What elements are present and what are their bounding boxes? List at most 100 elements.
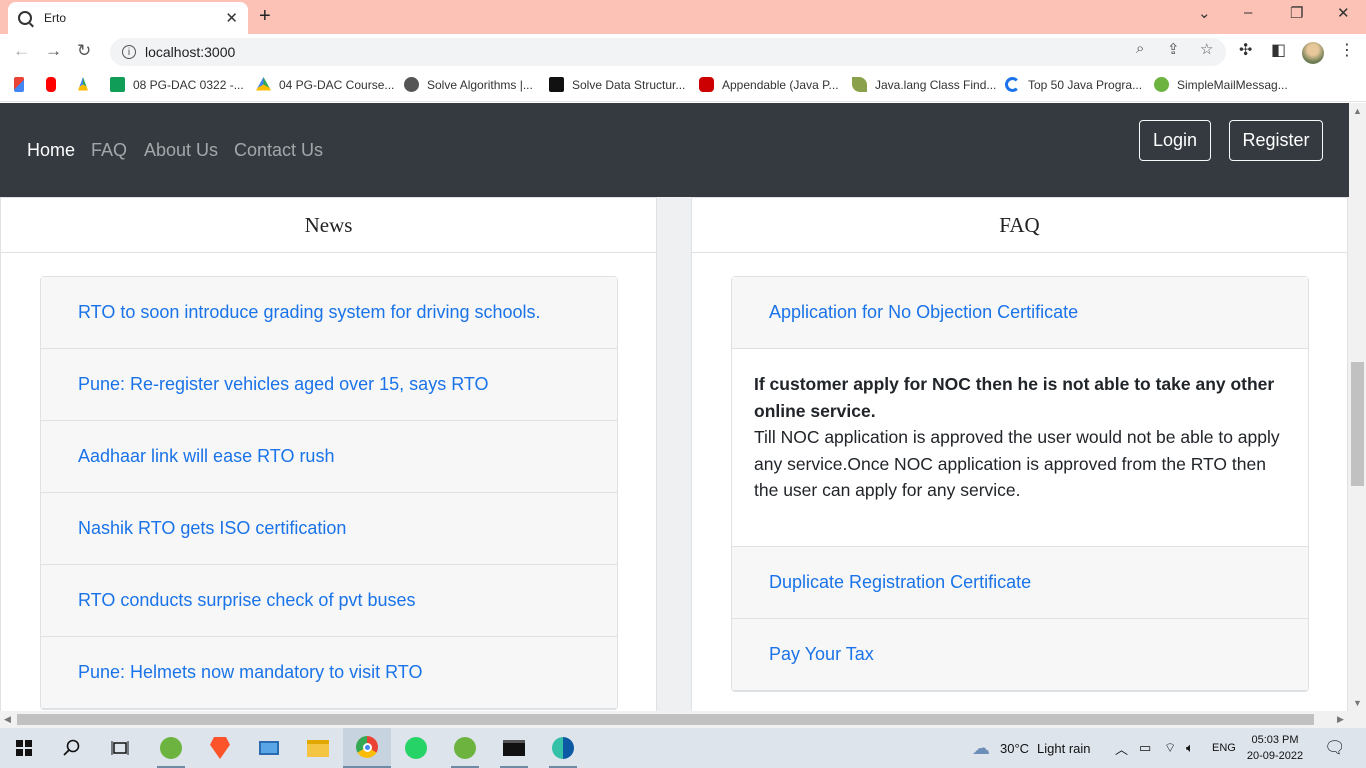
rain-cloud-icon: ☁	[972, 737, 990, 758]
bookmark-solve-data-structures[interactable]: Solve Data Structur...	[549, 77, 685, 92]
bookmark-simple-mail[interactable]: SimpleMailMessag...	[1154, 77, 1288, 92]
minimize-icon[interactable]: –	[1244, 4, 1252, 21]
drive-icon	[256, 77, 271, 91]
faq-answer-noc: If customer apply for NOC then he is not…	[732, 349, 1308, 547]
nav-about-us[interactable]: About Us	[144, 140, 218, 161]
browser-menu-icon[interactable]: ⋮	[1339, 40, 1355, 60]
profile-avatar[interactable]	[1302, 42, 1324, 64]
taskbar-clock[interactable]: 05:03 PM 20-09-2022	[1240, 732, 1310, 764]
taskbar-spring-tool-2[interactable]	[441, 728, 489, 768]
taskbar-spring-tool[interactable]	[147, 728, 195, 768]
leaf-icon	[852, 77, 867, 92]
taskbar-chrome[interactable]	[343, 728, 391, 768]
bookmark-gmail[interactable]	[14, 77, 32, 92]
nav-home[interactable]: Home	[27, 140, 75, 161]
main-content: News RTO to soon introduce grading syste…	[0, 197, 1349, 711]
browser-tab[interactable]: Erto ✕	[8, 2, 248, 34]
folder-icon	[307, 739, 329, 757]
taskbar-file-explorer[interactable]	[294, 728, 342, 768]
task-view-icon	[111, 741, 129, 755]
brave-lion-icon	[210, 737, 230, 759]
bookmark-java-lang[interactable]: Java.lang Class Find...	[852, 77, 996, 92]
clock-time: 05:03 PM	[1251, 734, 1299, 746]
news-item[interactable]: Pune: Helmets now mandatory to visit RTO	[41, 637, 617, 709]
address-url: localhost:3000	[145, 44, 236, 60]
start-button[interactable]	[0, 728, 48, 768]
share-icon[interactable]: ⇪	[1167, 40, 1180, 58]
show-hidden-icons-chevron-icon[interactable]: ︿	[1115, 728, 1128, 768]
nav-contact-us[interactable]: Contact Us	[234, 140, 323, 161]
spring-icon	[160, 737, 182, 759]
battery-icon[interactable]: ▭	[1139, 728, 1151, 768]
weather-text: Light rain	[1037, 740, 1091, 756]
login-button[interactable]: Login	[1139, 120, 1211, 161]
news-item[interactable]: Pune: Re-register vehicles aged over 15,…	[41, 349, 617, 421]
bookmark-appendable[interactable]: Appendable (Java P...	[699, 77, 839, 92]
globe-icon	[404, 77, 419, 92]
bookmark-label: Top 50 Java Progra...	[1028, 77, 1143, 92]
taskbar-search[interactable]	[48, 728, 96, 768]
register-button[interactable]: Register	[1229, 120, 1323, 161]
close-window-icon[interactable]: ✕	[1337, 4, 1350, 22]
faq-question-pay-tax[interactable]: Pay Your Tax	[732, 618, 1308, 691]
back-arrow-icon[interactable]: ←	[13, 41, 30, 61]
faq-question-noc[interactable]: Application for No Objection Certificate	[732, 277, 1308, 349]
zoom-icon[interactable]: ⌕	[1136, 40, 1144, 57]
oracle-icon	[699, 77, 714, 92]
extensions-puzzle-icon[interactable]: ✣	[1239, 40, 1252, 60]
bookmark-label: Solve Algorithms |...	[427, 77, 533, 92]
horizontal-scroll-thumb[interactable]	[17, 714, 1314, 725]
notification-center-icon[interactable]: 🗨︎	[1324, 728, 1346, 768]
news-item[interactable]: RTO to soon introduce grading system for…	[41, 277, 617, 349]
scroll-down-arrow-icon[interactable]: ▼	[1353, 698, 1362, 708]
bookmark-pg-dac-sheet[interactable]: 08 PG-DAC 0322 -...	[110, 77, 244, 92]
drive-icon	[78, 77, 88, 91]
bookmark-drive[interactable]	[78, 77, 96, 92]
scroll-right-arrow-icon[interactable]: ▶	[1337, 714, 1344, 725]
spring-icon	[1154, 77, 1169, 92]
bookmark-top-50-java[interactable]: Top 50 Java Progra...	[1005, 77, 1142, 92]
refresh-blue-icon	[1005, 77, 1020, 92]
forward-arrow-icon[interactable]: →	[45, 41, 62, 61]
taskbar-this-pc[interactable]	[245, 728, 293, 768]
bookmark-star-icon[interactable]: ☆	[1200, 40, 1213, 58]
faq-question-duplicate-rc[interactable]: Duplicate Registration Certificate	[732, 546, 1308, 619]
news-item[interactable]: RTO conducts surprise check of pvt buses	[41, 565, 617, 637]
scroll-up-arrow-icon[interactable]: ▲	[1353, 106, 1362, 116]
nav-faq[interactable]: FAQ	[91, 140, 127, 161]
faq-answer-bold: If customer apply for NOC then he is not…	[754, 374, 1275, 421]
whatsapp-icon	[405, 737, 427, 759]
tab-search-chevron-icon[interactable]: ⌄	[1198, 4, 1211, 22]
taskbar-terminal[interactable]	[490, 728, 538, 768]
side-panel-icon[interactable]: ◧	[1271, 40, 1286, 60]
task-view[interactable]	[96, 728, 144, 768]
bookmark-label: 04 PG-DAC Course...	[279, 77, 395, 92]
weather-widget[interactable]: ☁ 30°C Light rain	[972, 728, 1091, 768]
vertical-scroll-thumb[interactable]	[1351, 362, 1364, 486]
language-indicator[interactable]: ENG	[1212, 728, 1236, 768]
bookmark-pg-dac-course[interactable]: 04 PG-DAC Course...	[256, 77, 394, 92]
bookmark-label: Solve Data Structur...	[572, 77, 686, 92]
bookmark-solve-algorithms[interactable]: Solve Algorithms |...	[404, 77, 533, 92]
browser-tab-strip: Erto ✕ + ⌄ – ❐ ✕	[0, 0, 1366, 34]
site-info-icon[interactable]: i	[122, 45, 136, 59]
scroll-left-arrow-icon[interactable]: ◀	[4, 714, 11, 725]
address-bar[interactable]: i localhost:3000	[110, 38, 1226, 66]
taskbar-whatsapp[interactable]	[392, 728, 440, 768]
close-tab-icon[interactable]: ✕	[225, 9, 238, 27]
taskbar-brave[interactable]	[196, 728, 244, 768]
volume-icon[interactable]: 🔈︎	[1186, 728, 1194, 768]
wifi-icon[interactable]: ⌔	[1164, 728, 1176, 768]
new-tab-button[interactable]: +	[259, 5, 271, 28]
computer-icon	[259, 741, 279, 755]
search-favicon-icon	[18, 11, 32, 25]
bookmark-youtube[interactable]	[46, 77, 64, 92]
restore-icon[interactable]: ❐	[1290, 4, 1303, 22]
taskbar-edge[interactable]	[539, 728, 587, 768]
news-item[interactable]: Aadhaar link will ease RTO rush	[41, 421, 617, 493]
faq-title: FAQ	[692, 198, 1347, 253]
news-item[interactable]: Nashik RTO gets ISO certification	[41, 493, 617, 565]
chrome-icon	[356, 736, 378, 758]
news-title: News	[1, 198, 656, 253]
reload-icon[interactable]: ↻	[77, 41, 91, 61]
